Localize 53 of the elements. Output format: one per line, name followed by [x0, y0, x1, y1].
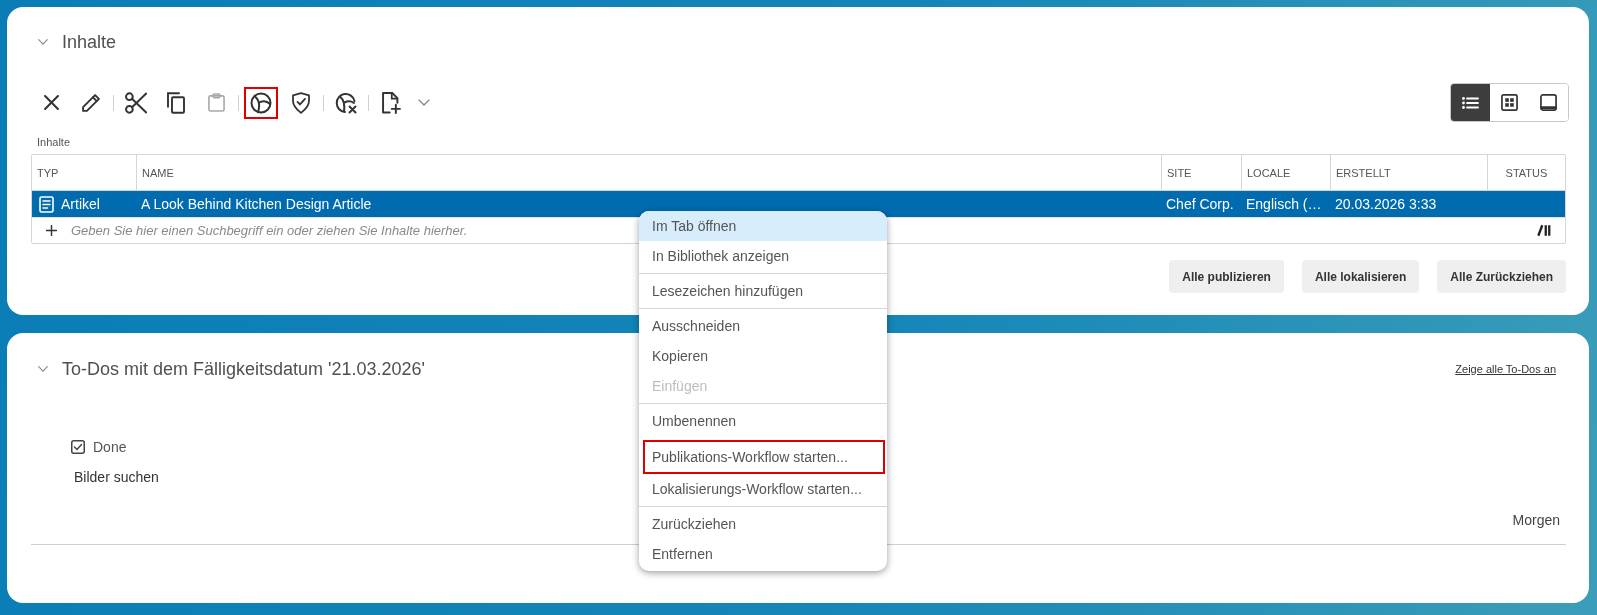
globe-icon: [250, 91, 272, 114]
toolbar-button[interactable]: [244, 86, 278, 119]
menu-item[interactable]: Zurückziehen: [639, 509, 887, 539]
action-button[interactable]: Alle publizieren: [1169, 260, 1284, 293]
panel-title: To-Dos mit dem Fälligkeitsdatum '21.03.2026': [62, 358, 426, 380]
due-date: Morgen: [1512, 512, 1560, 528]
table-row[interactable]: Artikel A Look Behind Kitchen Design Article Chef Corp. Englisch (… 20.03.2026 3:33: [32, 191, 1565, 217]
table-cell: A Look Behind Kitchen Design Article: [141, 196, 372, 212]
document-plus-icon: [381, 91, 401, 114]
column-header[interactable]: ERSTELLT: [1336, 166, 1391, 179]
copy-icon: [167, 91, 185, 114]
grid-icon: [1501, 94, 1518, 111]
menu-item[interactable]: Kopieren: [639, 341, 887, 371]
document-icon: [39, 195, 54, 213]
chevron-down-icon: [418, 99, 430, 106]
table-cell: Chef Corp.: [1166, 196, 1234, 212]
menu-item[interactable]: Umbenennen: [639, 406, 887, 436]
close-icon: [43, 95, 59, 110]
section-label: Inhalte: [37, 135, 71, 149]
menu-item[interactable]: Im Tab öffnen: [639, 211, 887, 241]
column-header[interactable]: SITE: [1167, 166, 1192, 179]
menu-item[interactable]: Publikations-Workflow starten...: [643, 440, 885, 474]
clipboard-icon: [207, 93, 225, 112]
menu-item[interactable]: Lesezeichen hinzufügen: [639, 276, 887, 306]
view-toggle[interactable]: [1451, 84, 1490, 121]
menu-item[interactable]: In Bibliothek anzeigen: [639, 241, 887, 271]
action-button[interactable]: Alle lokalisieren: [1301, 260, 1420, 293]
show-all-link[interactable]: Zeige alle To-Dos an: [1455, 363, 1556, 375]
panel-title: Inhalte: [62, 31, 117, 53]
table-cell: Englisch (…: [1246, 196, 1322, 212]
chevron-down-icon[interactable]: [38, 366, 48, 372]
menu-item[interactable]: Entfernen: [639, 539, 887, 569]
column-header[interactable]: STATUS: [1505, 166, 1548, 179]
menu-item[interactable]: Lokalisierungs-Workflow starten...: [639, 474, 887, 504]
checkbox[interactable]: [71, 440, 85, 454]
plus-icon: [46, 225, 57, 236]
pencil-icon: [82, 93, 100, 112]
checkbox-label: Done: [93, 439, 127, 455]
column-header[interactable]: TYP: [37, 166, 59, 179]
panel-icon: [1540, 94, 1557, 111]
todo-title: Bilder suchen: [74, 469, 159, 485]
shield-check-icon: [292, 91, 310, 114]
globe-x-icon: [335, 91, 357, 114]
table-cell: Artikel: [61, 196, 100, 212]
menu-item[interactable]: Ausschneiden: [639, 311, 887, 341]
slash-bars-icon: [1537, 224, 1551, 237]
column-header[interactable]: LOCALE: [1247, 166, 1291, 179]
table-cell: 20.03.2026 3:33: [1335, 196, 1437, 212]
chevron-down-icon[interactable]: [38, 39, 48, 45]
column-header[interactable]: NAME: [142, 166, 174, 179]
list-icon: [1462, 96, 1479, 109]
action-button[interactable]: Alle Zurückziehen: [1437, 260, 1566, 293]
scissors-icon: [125, 91, 147, 114]
